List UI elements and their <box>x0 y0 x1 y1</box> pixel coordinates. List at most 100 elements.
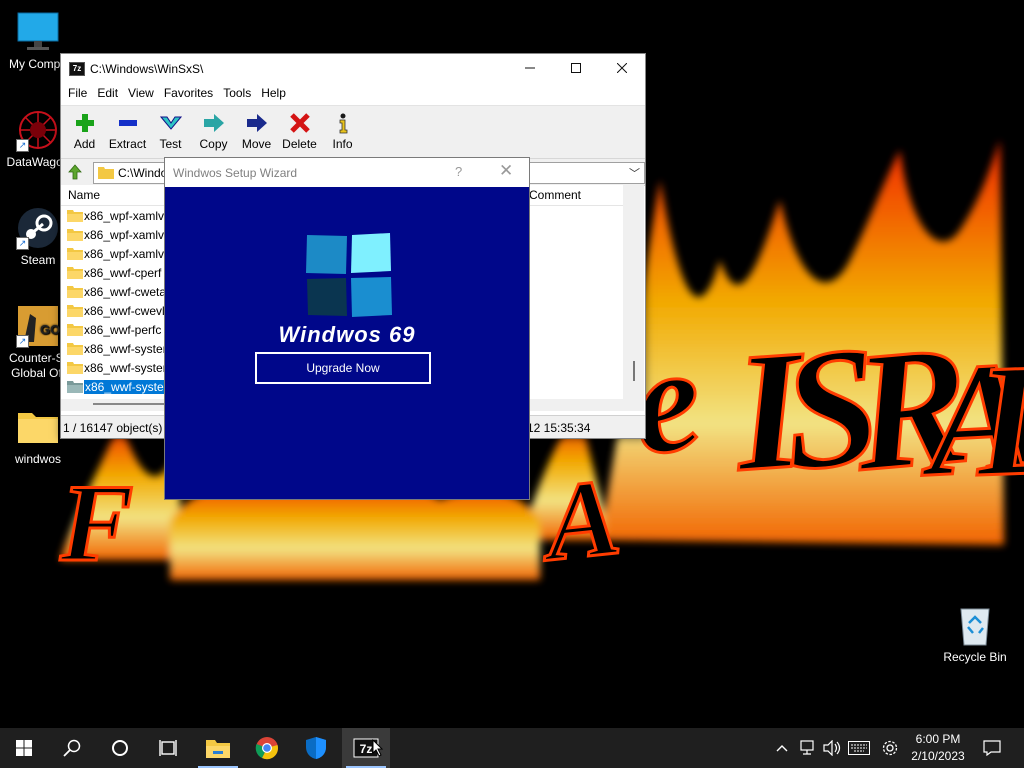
close-button[interactable] <box>599 54 645 83</box>
add-button[interactable]: Add <box>63 106 106 158</box>
network-button[interactable] <box>796 728 820 768</box>
menu-help[interactable]: Help <box>256 83 291 105</box>
help-button[interactable]: ? <box>455 164 462 179</box>
chrome-button[interactable] <box>243 728 291 768</box>
cortana-icon <box>112 740 128 756</box>
menu-edit[interactable]: Edit <box>92 83 123 105</box>
folder-icon <box>67 342 83 358</box>
minimize-icon <box>525 67 535 69</box>
file-explorer-icon <box>206 740 230 758</box>
upgrade-now-button[interactable]: Upgrade Now <box>255 352 431 384</box>
folder-icon <box>16 405 60 449</box>
chrome-icon <box>255 737 278 760</box>
up-folder-button[interactable] <box>67 164 83 180</box>
list-item-name: x86_wwf-cperf <box>84 266 162 280</box>
shortcut-arrow-icon: ↗ <box>16 237 29 250</box>
task-view-button[interactable] <box>144 728 192 768</box>
copy-arrow-icon <box>203 114 224 132</box>
vertical-scrollbar[interactable] <box>623 185 644 399</box>
desktop-icon-label: Recycle Bin <box>943 650 1007 664</box>
network-icon <box>800 740 814 755</box>
list-item-name: x86_wwf-cweta <box>84 285 167 299</box>
dialog-titlebar[interactable]: Windwos Setup Wizard ? ✕ <box>165 158 529 187</box>
menu-tools[interactable]: Tools <box>218 83 256 105</box>
clock-time: 6:00 PM <box>915 732 961 746</box>
dialog-title: Windwos Setup Wizard <box>173 166 298 180</box>
dialog-close-button[interactable]: ✕ <box>499 161 513 181</box>
svg-text:GO: GO <box>40 322 60 337</box>
extract-label: Extract <box>108 137 147 151</box>
list-item-name: x86_wwf-systen <box>84 361 170 375</box>
cortana-button[interactable] <box>96 728 144 768</box>
menu-view[interactable]: View <box>123 83 159 105</box>
folder-icon <box>67 209 83 225</box>
folder-icon <box>67 266 83 282</box>
list-item-name: x86_wwf-perfc <box>84 323 162 337</box>
scroll-thumb[interactable] <box>633 361 635 381</box>
folder-icon <box>67 228 83 244</box>
taskbar: 7z 6:00 PM 2/10/2023 <box>0 728 1024 768</box>
7zip-taskbar-button[interactable]: 7z <box>342 728 390 768</box>
list-item-name: x86_wwf-systen <box>82 379 173 395</box>
desktop-icon-recycle-bin[interactable]: Recycle Bin <box>937 603 1013 665</box>
gear-icon <box>882 740 898 756</box>
steam-icon: ↗ <box>16 206 60 250</box>
show-hidden-icons-button[interactable] <box>772 728 792 768</box>
mouse-cursor-icon <box>372 739 384 757</box>
file-manager-titlebar[interactable]: 7z C:\Windows\WinSxS\ <box>61 54 645 83</box>
menu-favorites[interactable]: Favorites <box>159 83 218 105</box>
keyboard-button[interactable] <box>846 728 872 768</box>
move-button[interactable]: Move <box>235 106 278 158</box>
7zip-app-icon: 7z <box>69 62 85 76</box>
volume-icon <box>823 740 841 756</box>
folder-icon <box>67 304 83 320</box>
list-item-name: x86_wpf-xamlv <box>84 247 165 261</box>
extract-button[interactable]: Extract <box>106 106 149 158</box>
svg-text:L: L <box>971 329 1024 510</box>
status-modified: -12 15:35:34 <box>523 421 591 435</box>
folder-icon <box>67 361 83 377</box>
setup-wizard-dialog[interactable]: Windwos Setup Wizard ? ✕ Windwos 69 Upgr… <box>164 157 530 500</box>
windows-logo-icon <box>305 233 393 317</box>
svg-text:7z: 7z <box>360 742 373 756</box>
chevron-down-icon[interactable]: ﹀ <box>629 165 640 181</box>
folder-icon <box>67 285 83 301</box>
check-icon <box>159 116 182 130</box>
plus-icon <box>75 114 94 132</box>
list-item-name: x86_wwf-systen <box>84 342 170 356</box>
shortcut-arrow-icon: ↗ <box>16 139 29 152</box>
settings-button[interactable] <box>878 728 902 768</box>
copy-label: Copy <box>199 137 228 151</box>
copy-button[interactable]: Copy <box>192 106 235 158</box>
clock[interactable]: 6:00 PM 2/10/2023 <box>902 731 974 765</box>
minus-icon <box>118 120 137 126</box>
notification-icon <box>983 740 1001 756</box>
datawagon-icon: ↗ <box>16 108 60 152</box>
delete-label: Delete <box>282 137 317 151</box>
info-button[interactable]: Info <box>321 106 364 158</box>
list-item-name: x86_wpf-xamlv <box>84 209 165 223</box>
column-name[interactable]: Name <box>68 188 100 202</box>
list-item-name: x86_wwf-cwevl <box>84 304 165 318</box>
close-icon <box>616 62 628 74</box>
search-button[interactable] <box>48 728 96 768</box>
info-icon <box>339 113 347 134</box>
add-label: Add <box>73 137 96 151</box>
volume-button[interactable] <box>820 728 844 768</box>
file-explorer-button[interactable] <box>194 728 242 768</box>
delete-button[interactable]: Delete <box>278 106 321 158</box>
task-view-icon <box>159 740 177 756</box>
menu-file[interactable]: File <box>63 83 92 105</box>
defender-button[interactable] <box>292 728 340 768</box>
start-button[interactable] <box>0 728 48 768</box>
svg-text:F: F <box>59 462 133 584</box>
desktop-icon-label: windwos <box>14 452 62 466</box>
column-comment[interactable]: Comment <box>529 188 581 202</box>
move-label: Move <box>241 137 272 151</box>
notifications-button[interactable] <box>980 728 1004 768</box>
minimize-button[interactable] <box>507 54 553 83</box>
up-arrow-icon <box>68 164 82 180</box>
maximize-button[interactable] <box>553 54 599 83</box>
test-button[interactable]: Test <box>149 106 192 158</box>
address-text: C:\Windo <box>118 166 168 180</box>
